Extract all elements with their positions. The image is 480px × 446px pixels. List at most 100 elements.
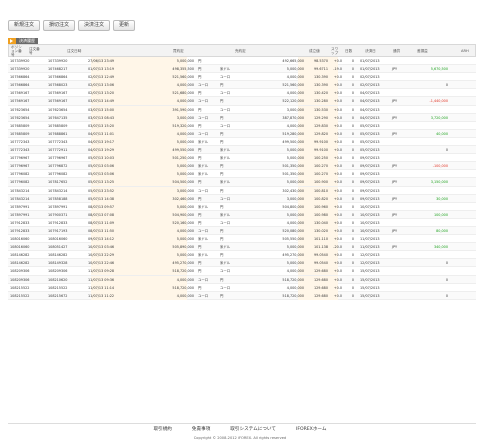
cell-ord: 108209306 [48,269,68,274]
cell-pos: 108215522 [10,285,30,290]
cell-bc: 円 [198,59,202,63]
cell-d: 0 [351,67,354,72]
cell-bc: 円 [198,107,202,112]
cell-sq: 504,800,000 [282,204,304,209]
cell-pl [408,106,448,114]
cell-time: 11/07/13 11:22 [88,293,115,298]
cell-date: 09/07/2013 [360,156,380,161]
cell-bq: 4,000,000 [176,277,194,282]
cell-ord: 107843214 [48,188,68,193]
toolbar-button-1[interactable]: 損切注文 [43,19,76,31]
cell-sq: 4,000,000 [286,269,304,274]
cell-sw: +0.0 [333,277,342,282]
cell-rate: 99.0540 [313,253,328,258]
cell-bq: 4,000,000 [176,228,194,233]
cell-bq: 499,550,000 [172,148,194,153]
cell-d: 0 [351,99,354,104]
cell-cur [392,259,406,267]
cell-pos: 107912833 [10,220,30,225]
cell-sw: +0.0 [333,139,342,144]
cell-sw: -19.0 [333,67,342,72]
header-rate: 成立値 [309,49,320,53]
cell-d: 0 [351,204,354,209]
cell-bc: 円 [198,269,202,274]
cell-sw: +0.0 [333,196,342,201]
toolbar-button-3[interactable]: 更新 [113,19,136,31]
cell-pos: 107569167 [10,99,30,104]
cell-bq: 391,590,000 [172,107,194,112]
table-row: 107772343 107772343 04/07/13 19:17 5,000,00… [8,137,476,147]
footer-link-0[interactable]: 取引規約 [154,427,172,432]
cell-sw: +0.0 [333,269,342,274]
cell-pos: 107566864 [10,75,30,80]
cell-d: 0 [351,148,354,153]
footer-divider [8,423,476,424]
cell-sq: 5,000,000 [286,180,304,185]
cell-d: 0 [351,228,354,233]
cell-sw: +0.0 [333,253,342,258]
cell-pl [408,187,448,195]
cell-sc: ユーロ [220,75,231,80]
cell-pl: 80,000 [436,228,448,233]
cell-date: 04/07/2013 [360,115,380,120]
cell-sq: 492,665,000 [282,59,304,63]
cell-d: 0 [351,156,354,161]
cell-pl: 0 [445,148,448,153]
cell-d: 0 [351,285,354,290]
cell-ord: 108210620 [48,277,68,282]
cell-sq: 499,500,000 [282,139,304,144]
cell-cur [392,106,406,114]
cell-pos: 108146282 [10,261,30,266]
cell-time: 03/07/13 14:49 [88,99,115,104]
cell-sw: +0.0 [333,261,342,266]
cell-time: 10/07/13 03:46 [88,245,115,250]
cell-bq: 498,355,500 [172,67,194,72]
cell-ord: 107796082 [48,172,68,177]
cell-bc: 米ドル [198,164,209,169]
cell-pl: 30,000 [436,196,448,201]
cell-date: 05/07/2013 [360,139,380,144]
cell-bc: 円 [198,75,202,80]
cell-pl: 0 [445,83,448,88]
cell-d: 0 [351,253,354,258]
cell-rate: 100.820 [313,196,328,201]
footer-link-3[interactable]: IFOREXホーム [296,427,327,432]
cell-date: 15/07/2013 [360,269,380,274]
footer-link-2[interactable]: 取引システムについて [230,427,276,432]
toolbar-button-0[interactable]: 新規注文 [8,19,41,31]
table-row: 108146282 108146282 10/07/13 22:29 5,000,00… [8,251,476,260]
cell-d: 0 [351,220,354,225]
table-row: 107685809 107688861 04/07/13 11:01 4,000,00… [8,129,476,138]
cell-date: 05/07/2013 [360,131,380,136]
cell-sc: 円 [220,188,224,193]
cell-sq: 4,000,000 [286,75,304,80]
cell-time: 02/07/13 13:20 [88,91,115,96]
cell-pos: 107772343 [10,139,30,144]
cell-bq: 4,000,000 [176,99,194,104]
cell-sq: 4,000,000 [286,123,304,128]
cell-sq: 501,350,000 [282,172,304,177]
cell-sc: ユーロ [220,91,231,96]
cell-cur [392,203,406,211]
cell-sc: 円 [220,253,224,258]
cell-pl [408,251,448,259]
cell-pl [408,267,448,275]
toolbar: 新規注文 損切注文 決済注文 更新 [8,17,136,33]
footer-link-1[interactable]: 免責事項 [192,427,210,432]
cell-cur: JPY [392,212,398,217]
table-row: 108215522 108215522 11/07/13 11:14 518,720,… [8,283,476,292]
cell-bq: 4,000,000 [176,293,194,298]
cell-date: 12/07/2013 [360,253,380,258]
cell-time: 10/07/13 22:46 [88,261,115,266]
toolbar-button-2[interactable]: 決済注文 [78,19,111,31]
cell-rate: 130.390 [313,83,328,88]
cell-bc: ユーロ [198,99,209,104]
cell-time: 02/07/13 13:06 [88,83,115,88]
cell-rate: 100.960 [313,204,328,209]
table-row: 107623654 107623654 03/07/13 15:00 391,590,… [8,105,476,114]
cell-bq: 5,000,000 [176,164,194,169]
header-order-no: 注文番号 [29,47,40,55]
cell-d: 0 [351,83,354,88]
cell-time: 03/07/13 15:00 [88,107,115,112]
header-sell: 売約定 [235,49,246,53]
